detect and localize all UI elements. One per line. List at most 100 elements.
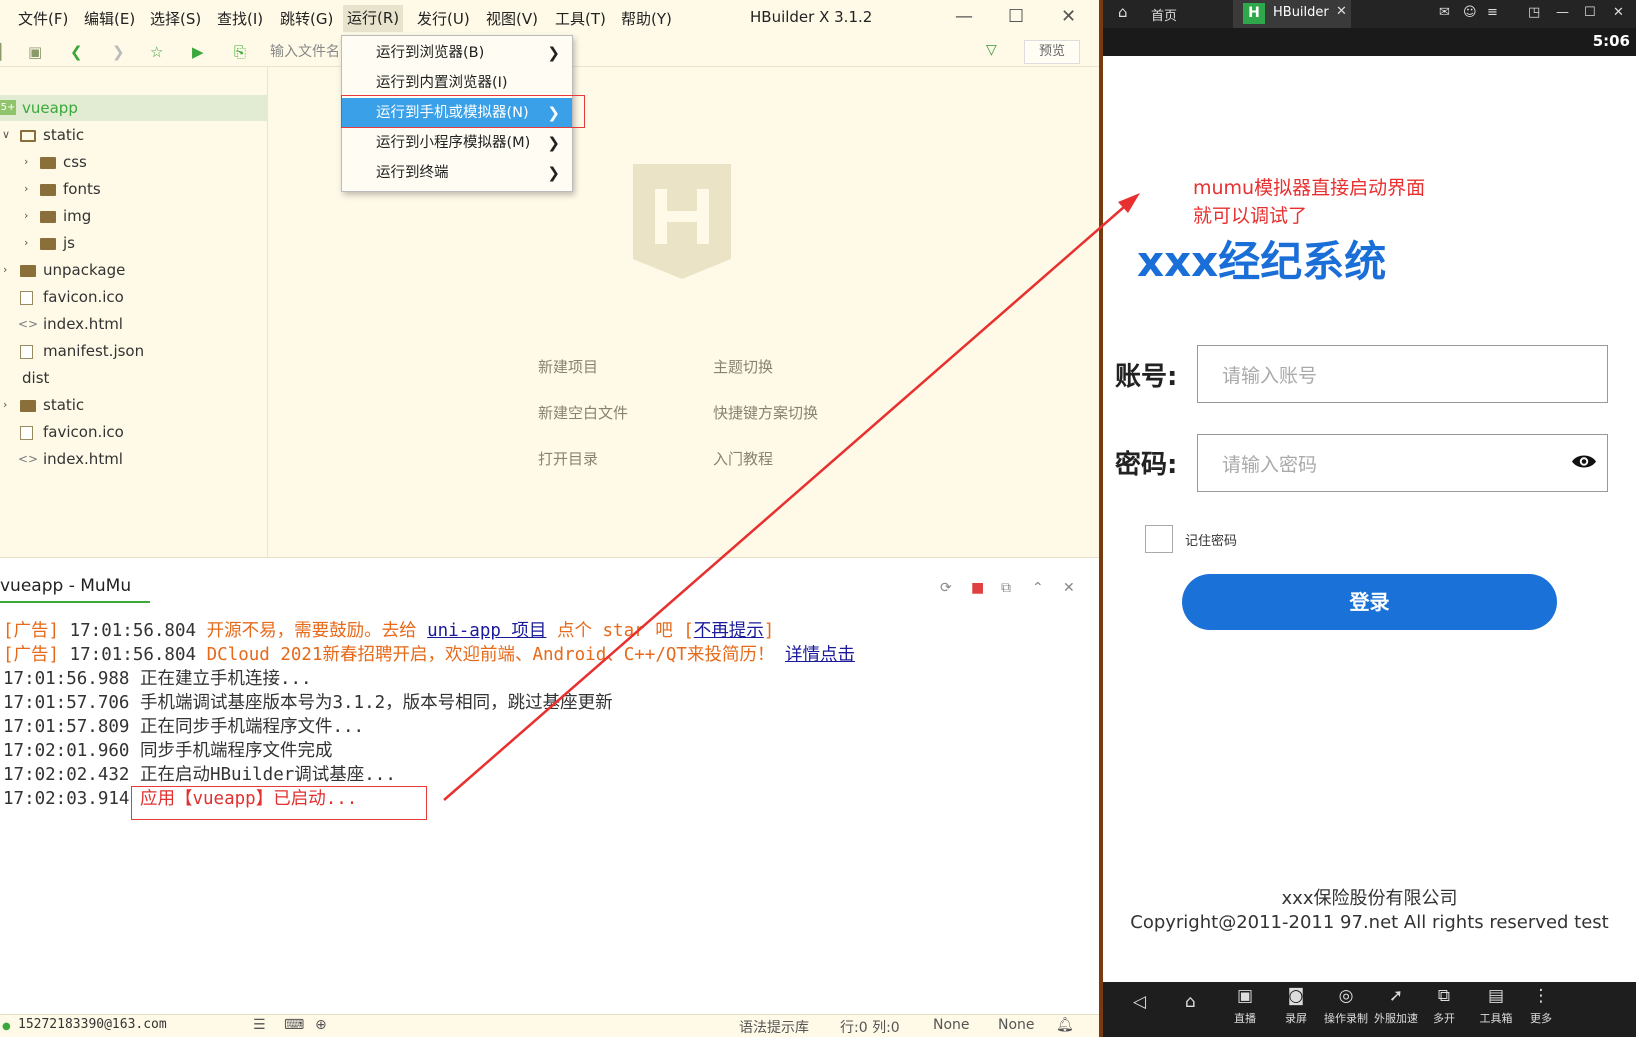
favorite-icon[interactable]: ☆: [150, 43, 163, 61]
file-filter-input[interactable]: 输入文件名: [270, 41, 340, 61]
sidebar-toggle-icon[interactable]: ▏: [0, 43, 12, 61]
menu-file[interactable]: 文件(F): [18, 8, 68, 29]
nav-macro[interactable]: ◎ 操作录制: [1322, 986, 1370, 1026]
globe-icon[interactable]: ⊕: [315, 1017, 327, 1033]
chevron-right-icon[interactable]: ›: [3, 257, 7, 283]
stop-icon[interactable]: ■: [971, 580, 984, 596]
tree-item-dist-index-html[interactable]: <> index.html: [0, 446, 268, 472]
nav-record[interactable]: ◙ 录屏: [1272, 986, 1320, 1026]
open-directory-link[interactable]: 打开目录: [538, 448, 598, 469]
menu-goto[interactable]: 跳转(G): [280, 8, 333, 29]
run-to-browser-item[interactable]: 运行到浏览器(B) ❯: [342, 38, 572, 68]
account-input[interactable]: 请输入账号: [1197, 345, 1608, 403]
menu-view[interactable]: 视图(V): [486, 8, 538, 29]
forward-icon[interactable]: ❯: [112, 43, 125, 61]
maximize-icon[interactable]: ☐: [1008, 6, 1024, 27]
open-external-icon[interactable]: ⧉: [1001, 580, 1011, 596]
tree-item-css[interactable]: › css: [0, 149, 268, 175]
cursor-position[interactable]: 行:0 列:0: [840, 1017, 900, 1037]
save-icon[interactable]: ▣: [28, 43, 42, 61]
chevron-right-icon[interactable]: ›: [24, 230, 28, 256]
menu-select[interactable]: 选择(S): [150, 8, 201, 29]
eye-icon[interactable]: [1571, 453, 1597, 470]
tree-item-index-html[interactable]: <> index.html: [0, 311, 268, 337]
password-input[interactable]: 请输入密码: [1197, 434, 1608, 492]
tree-item-dist-static[interactable]: › static: [0, 392, 268, 418]
tree-item-dist-favicon[interactable]: favicon.ico: [0, 419, 268, 445]
run-to-builtin-browser-item[interactable]: 运行到内置浏览器(I): [342, 68, 572, 98]
maximize-icon[interactable]: ☐: [1584, 5, 1596, 20]
nav-multi[interactable]: ⧉ 多开: [1420, 986, 1468, 1026]
console-tab[interactable]: vueapp - MuMu: [0, 576, 131, 596]
nav-more[interactable]: ⋮ 更多: [1517, 986, 1565, 1026]
tree-item-manifest[interactable]: manifest.json: [0, 338, 268, 364]
uni-app-link[interactable]: uni-app 项目: [427, 621, 546, 641]
nav-accelerate[interactable]: ➚ 外服加速: [1372, 986, 1420, 1026]
chevron-right-icon[interactable]: ›: [24, 149, 28, 175]
close-tab-icon[interactable]: ✕: [1336, 4, 1347, 19]
home-icon[interactable]: ⌂: [1185, 992, 1196, 1012]
remember-checkbox[interactable]: [1145, 525, 1173, 553]
bell-icon[interactable]: 🔔︎: [1056, 1017, 1074, 1033]
run-icon[interactable]: ▶: [192, 43, 204, 61]
chevron-down-icon[interactable]: ∨: [2, 122, 10, 148]
home-tab[interactable]: 首页: [1151, 5, 1177, 24]
menu-help[interactable]: 帮助(Y): [621, 8, 672, 29]
restart-icon[interactable]: ⟳: [940, 580, 952, 596]
tree-item-dist[interactable]: dist: [0, 365, 268, 391]
close-icon[interactable]: ✕: [1061, 6, 1076, 27]
preview-button[interactable]: 预览: [1024, 40, 1080, 64]
nav-toolbox[interactable]: ▤ 工具箱: [1472, 986, 1520, 1026]
app-tab-label[interactable]: HBuilder: [1273, 5, 1329, 20]
tree-item-fonts[interactable]: › fonts: [0, 176, 268, 202]
run-to-terminal-item[interactable]: 运行到终端 ❯: [342, 158, 572, 188]
chevron-right-icon[interactable]: ›: [24, 203, 28, 229]
nav-live[interactable]: ▣ 直播: [1221, 986, 1269, 1026]
minimize-icon[interactable]: —: [955, 6, 973, 27]
syntax-library[interactable]: 语法提示库: [739, 1017, 809, 1037]
minimize-icon[interactable]: —: [1556, 5, 1569, 20]
run-to-miniprogram-item[interactable]: 运行到小程序模拟器(M) ❯: [342, 128, 572, 158]
mail-icon[interactable]: ✉: [1439, 5, 1450, 20]
encoding-status[interactable]: None: [933, 1017, 970, 1033]
screen-icon[interactable]: ◳: [1528, 5, 1540, 20]
list-icon[interactable]: ☰: [253, 1017, 266, 1033]
tree-item-js[interactable]: › js: [0, 230, 268, 256]
terminal-icon[interactable]: ⌨: [284, 1017, 304, 1033]
menu-find[interactable]: 查找(I): [217, 8, 263, 29]
clear-icon[interactable]: ✕: [1063, 580, 1075, 596]
back-triangle-icon[interactable]: ◁: [1133, 992, 1146, 1012]
tutorial-link[interactable]: 入门教程: [713, 448, 773, 469]
shortcut-switch-link[interactable]: 快捷键方案切换: [713, 402, 818, 423]
back-icon[interactable]: ❮: [70, 43, 83, 61]
chevron-right-icon[interactable]: ›: [24, 176, 28, 202]
tree-item-unpackage[interactable]: › unpackage: [0, 257, 268, 283]
chevron-up-icon[interactable]: ⌃: [1032, 580, 1044, 596]
menu-run[interactable]: 运行(R): [343, 5, 404, 32]
hbuilder-tab-icon: H: [1243, 3, 1265, 24]
close-icon[interactable]: ✕: [1613, 5, 1624, 20]
folder-icon: [20, 265, 36, 277]
tree-item-favicon[interactable]: favicon.ico: [0, 284, 268, 310]
home-icon[interactable]: ⌂: [1118, 3, 1128, 21]
tree-item-static[interactable]: ∨ static: [0, 122, 268, 148]
menu-publish[interactable]: 发行(U): [417, 8, 470, 29]
chevron-right-icon[interactable]: ›: [3, 392, 7, 418]
dismiss-tip-link[interactable]: 不再提示: [694, 621, 764, 641]
tree-item-vueapp[interactable]: 5+ vueapp: [0, 95, 268, 121]
menu-tools[interactable]: 工具(T): [555, 8, 606, 29]
new-blank-file-link[interactable]: 新建空白文件: [538, 402, 628, 423]
login-button[interactable]: 登录: [1182, 574, 1557, 630]
new-project-link[interactable]: 新建项目: [538, 356, 598, 377]
tree-item-img[interactable]: › img: [0, 203, 268, 229]
menu-edit[interactable]: 编辑(E): [84, 8, 135, 29]
details-link[interactable]: 详情点击: [785, 645, 855, 665]
language-status[interactable]: None: [998, 1017, 1035, 1033]
user-icon[interactable]: ☺: [1463, 5, 1477, 20]
highlight-box-started: [131, 786, 427, 820]
user-account[interactable]: 15272183390@163.com: [18, 1017, 167, 1032]
theme-switch-link[interactable]: 主题切换: [713, 356, 773, 377]
browse-icon[interactable]: ⎘: [234, 43, 246, 61]
menu-icon[interactable]: ≡: [1487, 5, 1498, 20]
filter-icon[interactable]: ▽: [986, 42, 997, 58]
